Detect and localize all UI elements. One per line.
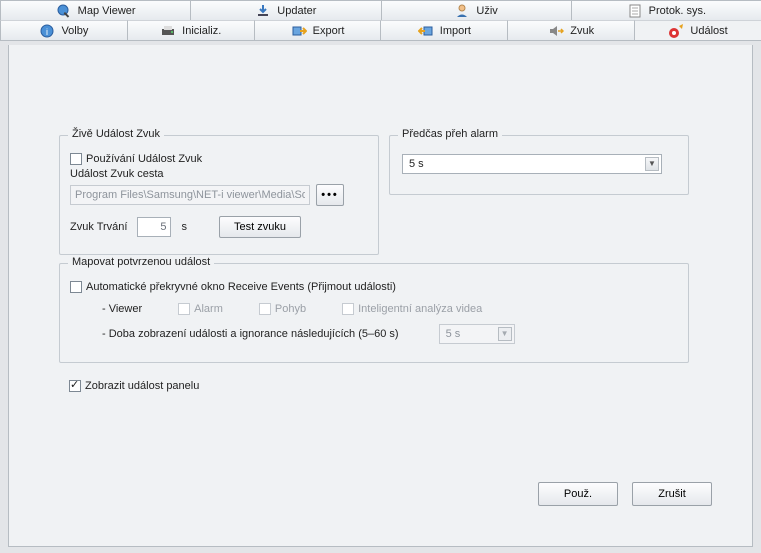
display-ignore-label: - Doba zobrazení události a ignorance ná… bbox=[102, 328, 399, 340]
iv-checkbox bbox=[342, 303, 354, 315]
group-legend: Předčas přeh alarm bbox=[398, 128, 502, 140]
use-event-sound-label: Používání Událost Zvuk bbox=[86, 153, 202, 165]
tab-label: Inicializ. bbox=[182, 25, 221, 37]
globe-magnifier-icon bbox=[56, 3, 72, 19]
sound-duration-label: Zvuk Trvání bbox=[70, 221, 127, 233]
viewer-row-label: - Viewer bbox=[102, 303, 142, 315]
tab-label: Map Viewer bbox=[78, 5, 136, 17]
sound-path-label: Událost Zvuk cesta bbox=[70, 168, 164, 180]
group-legend: Živě Událost Zvuk bbox=[68, 128, 164, 140]
chevron-down-icon: ▼ bbox=[645, 157, 659, 171]
tab-event[interactable]: Událost bbox=[634, 20, 761, 40]
tab-bar: Map Viewer Updater Uživ Protok. sys. i V… bbox=[0, 0, 761, 41]
live-event-sound-group: Živě Událost Zvuk Používání Událost Zvuk… bbox=[59, 135, 379, 255]
browse-button[interactable]: ••• bbox=[316, 184, 344, 206]
tab-options[interactable]: i Volby bbox=[0, 20, 128, 40]
cancel-button[interactable]: Zrušit bbox=[632, 482, 712, 506]
auto-popup-checkbox[interactable] bbox=[70, 281, 82, 293]
event-settings-panel: Živě Událost Zvuk Používání Událost Zvuk… bbox=[8, 45, 753, 547]
group-legend: Mapovat potvrzenou událost bbox=[68, 256, 214, 268]
tab-import[interactable]: Import bbox=[380, 20, 508, 40]
sound-path-field[interactable] bbox=[70, 185, 310, 205]
export-icon bbox=[291, 23, 307, 39]
chevron-down-icon: ▼ bbox=[498, 327, 512, 341]
pre-alarm-group: Předčas přeh alarm 5 s ▼ bbox=[389, 135, 689, 195]
tab-label: Import bbox=[440, 25, 471, 37]
test-sound-button[interactable]: Test zvuku bbox=[219, 216, 301, 238]
user-icon bbox=[454, 3, 470, 19]
tab-system-log[interactable]: Protok. sys. bbox=[571, 0, 761, 20]
alarm-bell-icon bbox=[668, 23, 684, 39]
show-event-panel-label: Zobrazit událost panelu bbox=[85, 380, 199, 392]
tab-sound[interactable]: Zvuk bbox=[507, 20, 635, 40]
alarm-checkbox bbox=[178, 303, 190, 315]
show-event-panel-checkbox[interactable] bbox=[69, 380, 81, 392]
tab-label: Uživ bbox=[476, 5, 497, 17]
pre-alarm-select[interactable]: 5 s ▼ bbox=[402, 154, 662, 174]
tab-label: Protok. sys. bbox=[649, 5, 706, 17]
import-icon bbox=[418, 23, 434, 39]
duration-unit-label: s bbox=[181, 221, 187, 233]
sound-duration-field[interactable] bbox=[137, 217, 171, 237]
motion-checkbox bbox=[259, 303, 271, 315]
display-ignore-select: 5 s ▼ bbox=[439, 324, 515, 344]
tab-label: Volby bbox=[61, 25, 88, 37]
tab-initialize[interactable]: Inicializ. bbox=[127, 20, 255, 40]
tab-map-viewer[interactable]: Map Viewer bbox=[0, 0, 191, 20]
tab-label: Updater bbox=[277, 5, 316, 17]
note-icon bbox=[627, 3, 643, 19]
use-event-sound-checkbox[interactable] bbox=[70, 153, 82, 165]
tab-label: Zvuk bbox=[570, 25, 594, 37]
download-icon bbox=[255, 3, 271, 19]
select-value: 5 s bbox=[446, 328, 461, 340]
iv-label: Inteligentní analýza videa bbox=[358, 303, 482, 315]
svg-text:i: i bbox=[46, 27, 48, 37]
tab-export[interactable]: Export bbox=[254, 20, 382, 40]
printer-icon bbox=[160, 23, 176, 39]
apply-button[interactable]: Použ. bbox=[538, 482, 618, 506]
speaker-arrow-icon bbox=[548, 23, 564, 39]
tab-label: Export bbox=[313, 25, 345, 37]
select-value: 5 s bbox=[409, 158, 424, 170]
tab-user[interactable]: Uživ bbox=[381, 0, 572, 20]
info-globe-icon: i bbox=[39, 23, 55, 39]
map-confirmed-event-group: Mapovat potvrzenou událost Automatické p… bbox=[59, 263, 689, 363]
auto-popup-label: Automatické překryvné okno Receive Event… bbox=[86, 281, 396, 293]
tab-updater[interactable]: Updater bbox=[190, 0, 381, 20]
tab-label: Událost bbox=[690, 25, 727, 37]
motion-label: Pohyb bbox=[275, 303, 306, 315]
alarm-label: Alarm bbox=[194, 303, 223, 315]
